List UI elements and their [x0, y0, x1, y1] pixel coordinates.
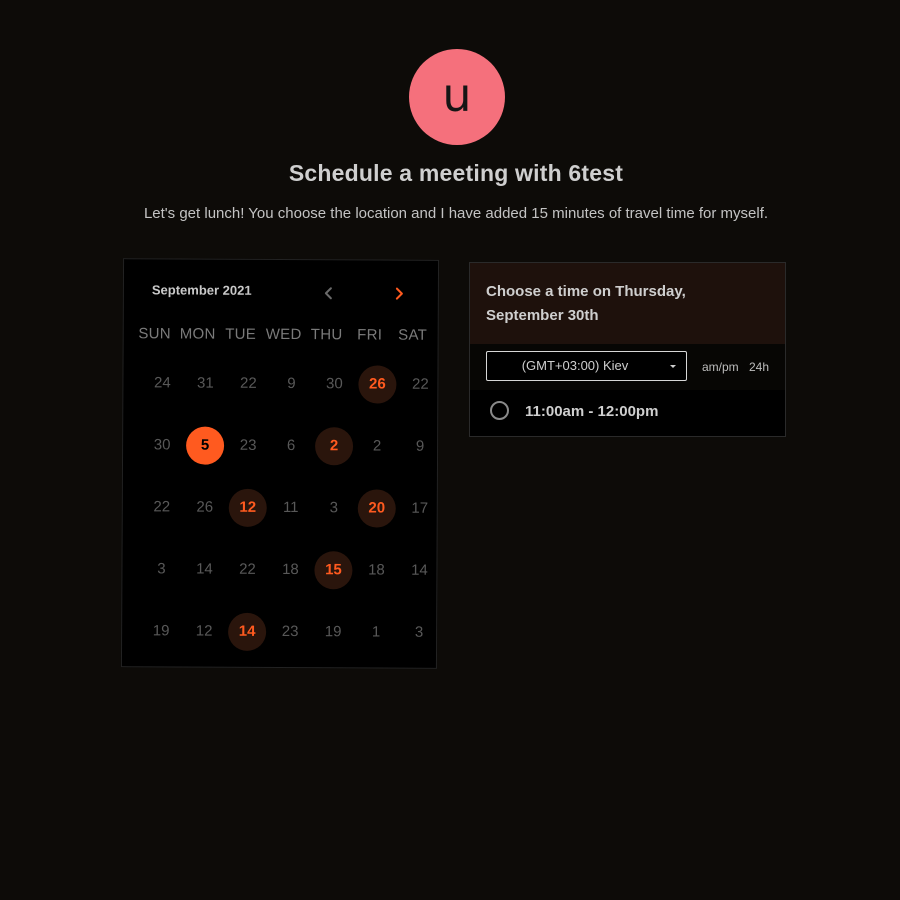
calendar-day: 3 [329, 499, 338, 517]
previous-month-button[interactable] [320, 284, 338, 302]
calendar-day: 30 [326, 375, 343, 393]
calendar-day: 23 [281, 623, 299, 641]
host-avatar: u [409, 49, 505, 145]
weekday-tue: TUE [225, 325, 257, 343]
calendar-day: 3 [157, 560, 166, 578]
calendar-day: 22 [239, 560, 256, 578]
weekday-thu: THU [310, 326, 343, 344]
weekday-fri: FRI [357, 326, 383, 344]
calendar-day: 22 [240, 374, 257, 392]
calendar-day: 31 [197, 374, 214, 392]
time-format-24h-toggle[interactable]: 24h [749, 360, 769, 374]
calendar-day-available[interactable]: 20 [357, 489, 396, 528]
calendar-day: 9 [415, 437, 425, 455]
timezone-select[interactable]: (GMT+03:00) Kiev [486, 351, 687, 381]
calendar-day: 30 [153, 436, 171, 454]
calendar-day: 18 [282, 561, 299, 579]
calendar-day: 1 [371, 623, 381, 641]
weekday-header-row: SUN MON TUE WED THU FRI SAT [132, 325, 438, 349]
calendar-day: 14 [411, 561, 428, 579]
calendar-day: 3 [414, 623, 424, 641]
calendar-month-label: September 2021 [151, 282, 252, 298]
weekday-mon: MON [179, 325, 216, 343]
weekday-wed: WED [265, 325, 302, 344]
time-selection-panel: Choose a time on Thursday, September 30t… [469, 262, 786, 437]
timezone-value: (GMT+03:00) Kiev [521, 358, 629, 373]
calendar-day: 17 [411, 499, 429, 517]
calendar-day: 18 [368, 561, 385, 579]
calendar-day: 19 [152, 622, 170, 640]
next-month-button[interactable] [390, 285, 408, 303]
calendar-day: 9 [287, 375, 296, 393]
weekday-sun: SUN [138, 325, 172, 343]
calendar-day: 22 [412, 375, 429, 393]
calendar-day: 11 [282, 499, 299, 517]
page-title: Schedule a meeting with 6test [288, 160, 624, 186]
calendar-day-available[interactable]: 2 [314, 427, 354, 466]
calendar-day: 19 [324, 623, 342, 641]
caret-down-icon [670, 365, 676, 368]
calendar-day: 12 [195, 622, 213, 640]
calendar-day: 23 [239, 436, 257, 454]
booking-page: u Schedule a meeting with 6test Let's ge… [0, 0, 900, 900]
time-format-ampm-toggle[interactable]: am/pm [702, 360, 739, 374]
chevron-left-icon [324, 287, 332, 300]
calendar-day: 6 [286, 437, 296, 455]
calendar-day: 26 [196, 498, 214, 516]
time-panel-title: Choose a time on Thursday, September 30t… [486, 283, 686, 324]
calendar-day-available[interactable]: 15 [314, 551, 353, 590]
radio-button-icon[interactable] [490, 401, 509, 420]
time-slot-label: 11:00am - 12:00pm [525, 403, 659, 420]
time-panel-header: Choose a time on Thursday, September 30t… [470, 263, 785, 344]
event-description: Let's get lunch! You choose the location… [143, 205, 769, 222]
calendar-day: 24 [154, 374, 171, 392]
calendar-day-available[interactable]: 26 [358, 365, 397, 404]
calendar-day-available[interactable]: 12 [228, 488, 267, 527]
calendar-day-selected[interactable]: 5 [185, 426, 225, 465]
chevron-right-icon [395, 287, 403, 300]
calendar-day: 2 [372, 437, 382, 455]
calendar-day: 22 [153, 498, 171, 516]
avatar-initial: u [442, 68, 472, 122]
calendar-day: 14 [196, 560, 213, 578]
calendar-day-available[interactable]: 14 [228, 612, 267, 651]
date-picker-calendar: September 2021 SUN MON TUE WED THU FRI S… [120, 258, 440, 669]
calendar-day-grid: 24 31 22 9 30 26 22 30 5 23 6 2 2 9 22 26 12 11 3 20 17 3 14 22… [124, 259, 438, 651]
time-slot-option[interactable]: 11:00am - 12:00pm [470, 390, 785, 436]
weekday-sat: SAT [398, 326, 428, 344]
